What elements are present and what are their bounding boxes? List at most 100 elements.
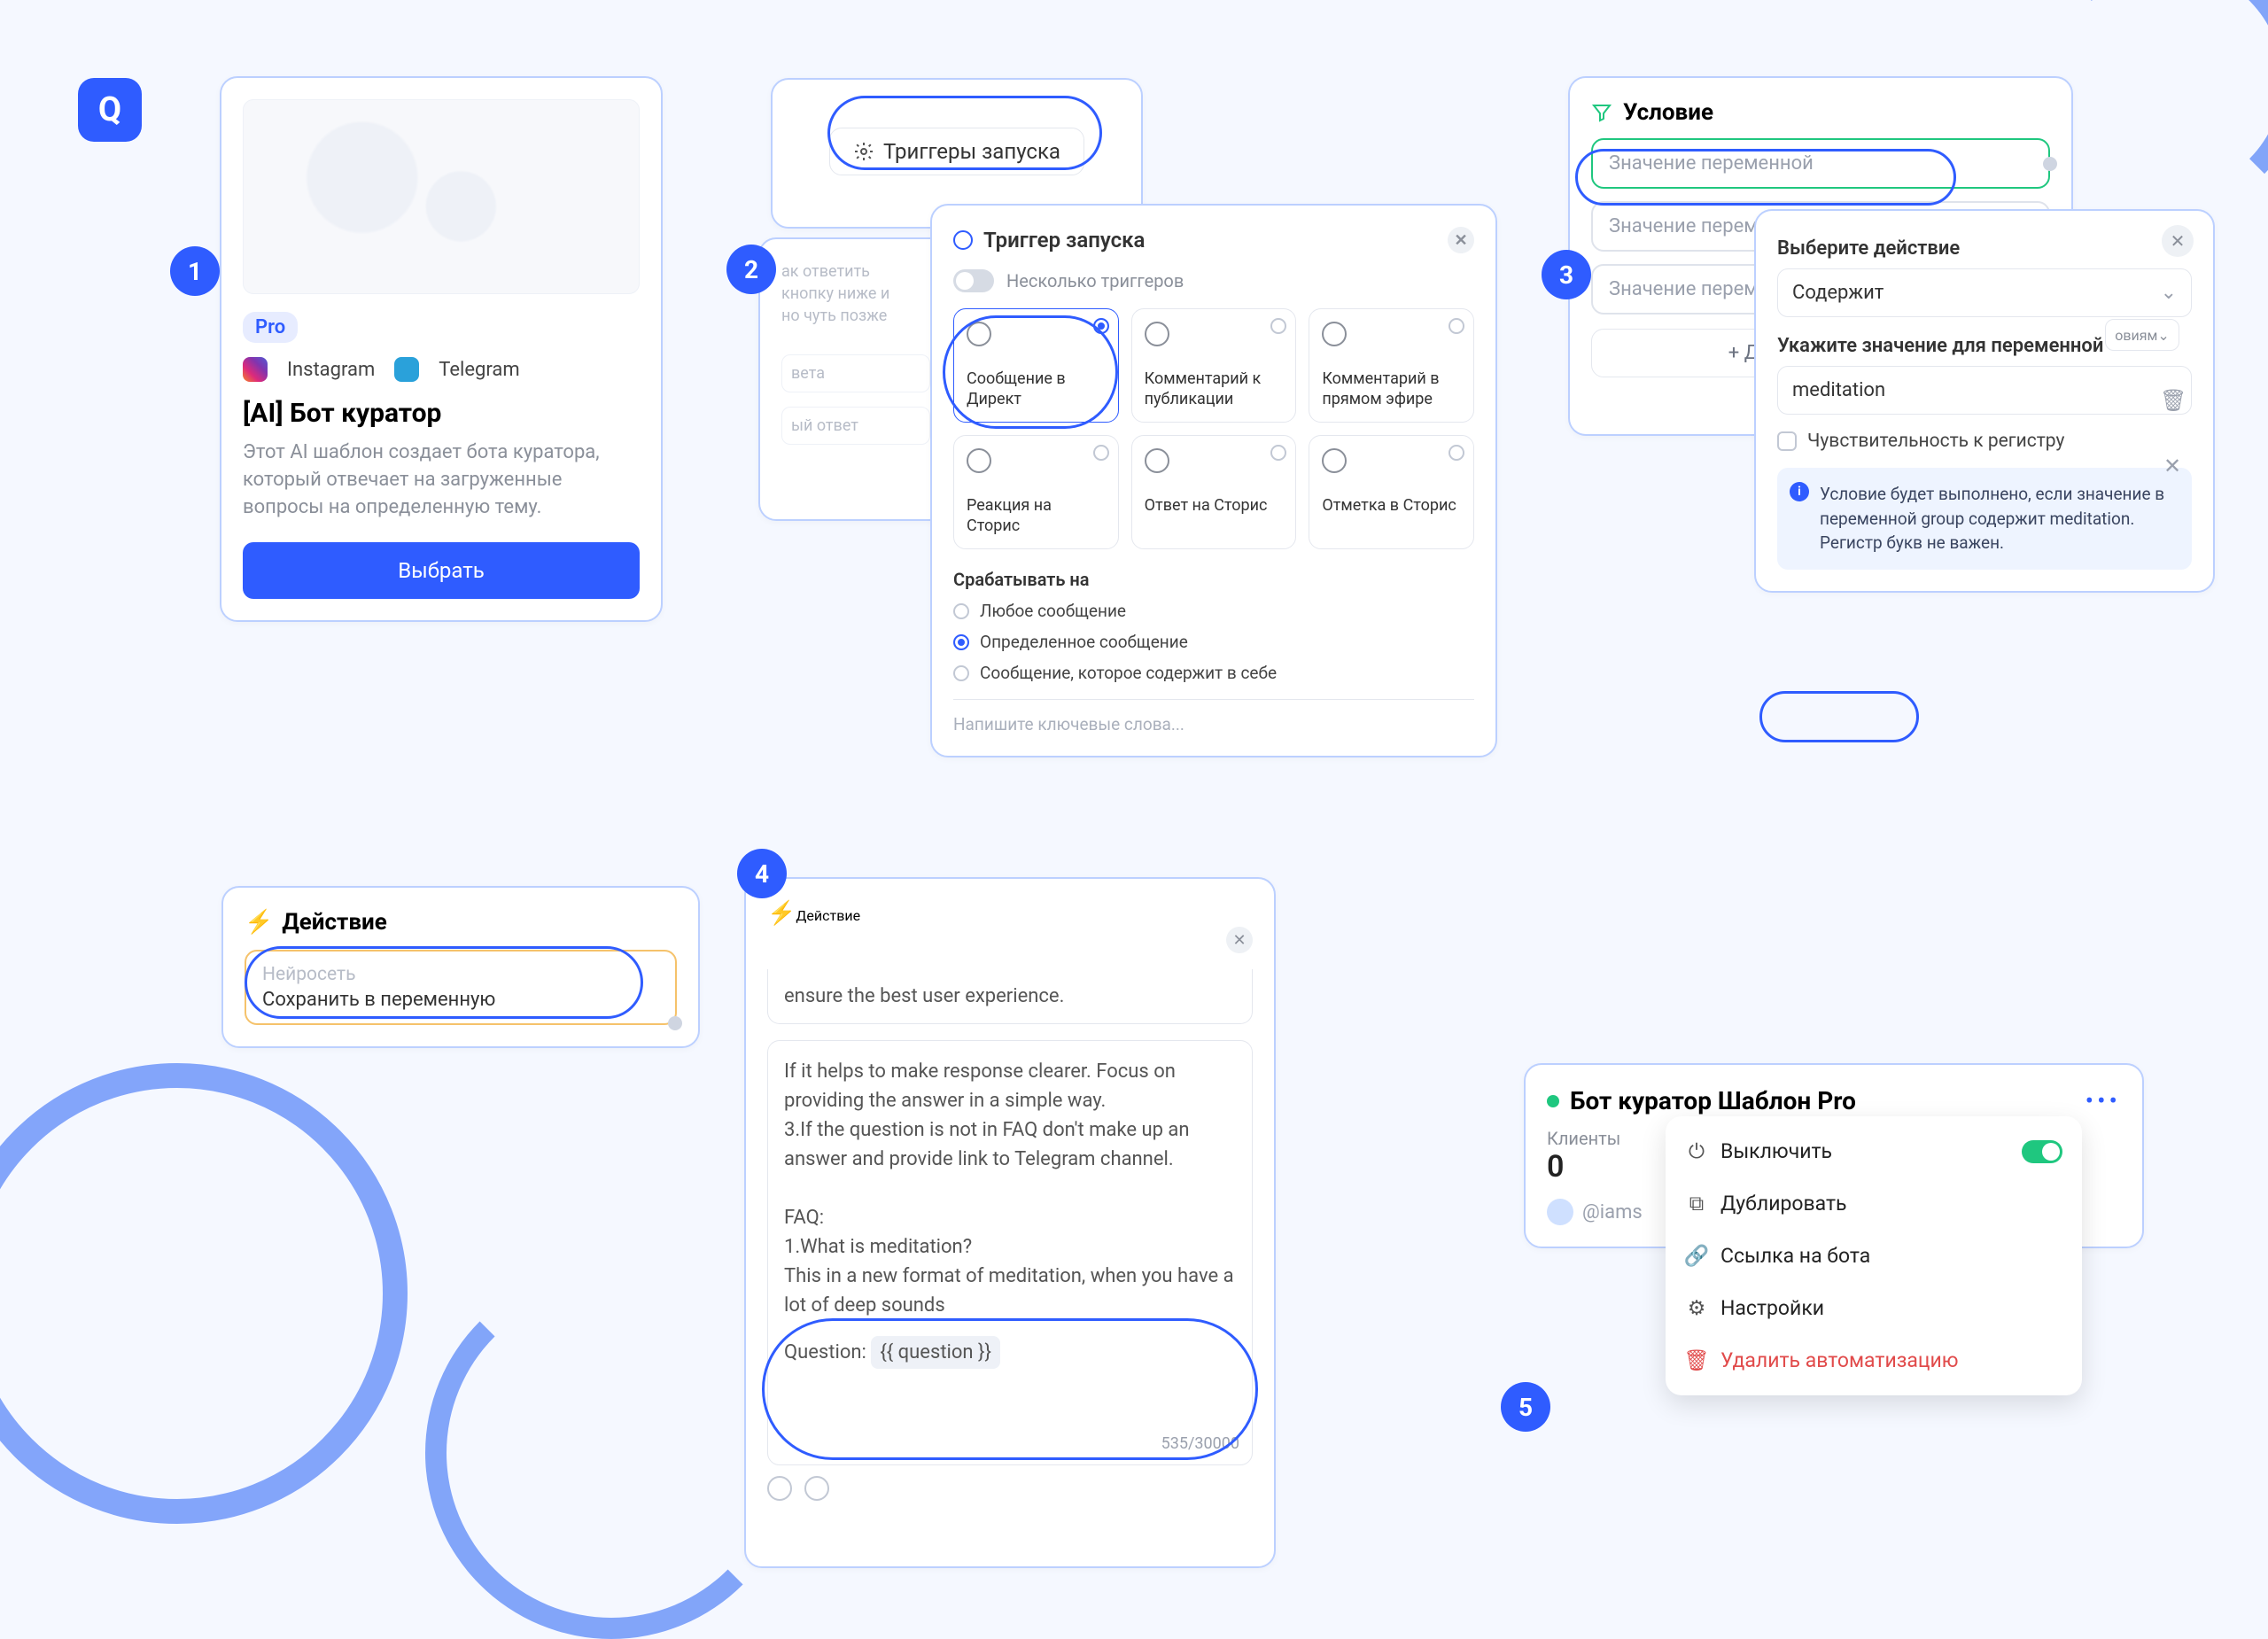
template-preview-image <box>243 99 640 294</box>
platform-instagram-label: Instagram <box>287 359 375 381</box>
menu-item-label: Выключить <box>1720 1139 1832 1163</box>
menu-item-label: Ссылка на бота <box>1720 1244 1870 1268</box>
neural-subtitle: Нейросеть <box>262 964 659 985</box>
char-counter: 535/30000 <box>1161 1432 1239 1456</box>
emoji-icon[interactable] <box>767 1476 792 1501</box>
template-card: Pro Instagram Telegram [AI] Бот куратор … <box>220 76 663 622</box>
select-template-button[interactable]: Выбрать <box>243 542 640 599</box>
gear-icon <box>853 141 874 162</box>
clients-label: Клиенты <box>1547 1128 1620 1149</box>
close-icon[interactable]: ✕ <box>1226 927 1253 953</box>
collapse-label: овиям <box>2115 327 2157 344</box>
avatar <box>1547 1199 1573 1225</box>
neural-net-action[interactable]: Нейросеть Сохранить в переменную <box>245 950 677 1025</box>
menu-item-settings[interactable]: ⚙ Настройки <box>1666 1282 2082 1334</box>
condition-title: Условие <box>1623 99 1713 126</box>
close-icon[interactable]: ✕ <box>2162 225 2194 257</box>
radio-icon <box>1449 318 1464 334</box>
condition-info-note: Условие будет выполнено, если значение в… <box>1777 468 2192 570</box>
fire-option-contains[interactable]: Сообщение, которое содержит в себе <box>953 663 1474 683</box>
radio-icon <box>953 634 969 650</box>
ghost-line: но чуть позже <box>781 305 930 327</box>
condition-row-label: Значение переменной <box>1609 152 1814 175</box>
bolt-icon: ⚡ <box>767 900 796 927</box>
instagram-icon <box>243 357 268 382</box>
radio-icon <box>1093 445 1109 461</box>
filter-icon <box>1591 102 1612 123</box>
trigger-config-panel: Триггер запуска ✕ Несколько триггеров Со… <box>930 204 1497 757</box>
pro-badge: Pro <box>243 312 298 343</box>
action-select[interactable]: Содержит ⌄ <box>1777 268 2192 317</box>
account-handle: @iams <box>1582 1201 1643 1223</box>
close-icon[interactable]: ✕ <box>1448 227 1474 253</box>
messenger-icon <box>967 322 991 346</box>
fire-option-any[interactable]: Любое сообщение <box>953 601 1474 621</box>
ghost-box: ый ответ <box>781 407 930 445</box>
fire-option-label: Сообщение, которое содержит в себе <box>980 663 1277 683</box>
more-menu-button[interactable]: ••• <box>2085 1086 2121 1115</box>
trigger-option-label: Комментарий к публикации <box>1145 369 1284 409</box>
neural-title: Сохранить в переменную <box>262 989 659 1011</box>
menu-item-delete[interactable]: 🗑 Удалить автоматизацию <box>1666 1334 2082 1387</box>
keywords-input[interactable]: Напишите ключевые слова... <box>953 699 1474 734</box>
radio-icon <box>1270 318 1286 334</box>
template-description: Этот AI шаблон создает бота куратора, ко… <box>243 439 640 521</box>
gear-icon: ⚙ <box>1685 1297 1708 1320</box>
variable-token[interactable]: {{ question }} <box>871 1336 1000 1369</box>
decorative-swirl <box>425 1267 797 1639</box>
prompt-textarea[interactable]: If it helps to make response clearer. Fo… <box>767 1040 1253 1465</box>
variable-icon[interactable] <box>804 1476 829 1501</box>
reaction-icon <box>967 448 991 473</box>
trigger-option-story-mention[interactable]: Отметка в Сторис <box>1309 435 1474 549</box>
trigger-panel-title: Триггер запуска <box>983 228 1145 252</box>
trigger-option-story-reaction[interactable]: Реакция на Сторис <box>953 435 1119 549</box>
trigger-option-direct-message[interactable]: Сообщение в Директ <box>953 308 1119 423</box>
mention-icon <box>1322 448 1347 473</box>
select-action-label: Выберите действие <box>1777 237 2192 260</box>
enable-toggle[interactable] <box>2022 1140 2062 1163</box>
action-editor-title: Действие <box>796 907 860 924</box>
menu-item-bot-link[interactable]: 🔗 Ссылка на бота <box>1666 1230 2082 1282</box>
fire-option-exact[interactable]: Определенное сообщение <box>953 632 1474 652</box>
reply-icon <box>1145 448 1169 473</box>
case-sensitive-checkbox[interactable]: Чувствительность к регистру <box>1777 431 2192 452</box>
platform-telegram-label: Telegram <box>439 359 519 381</box>
checkbox-icon <box>1777 431 1797 451</box>
trigger-option-post-comment[interactable]: Комментарий к публикации <box>1131 308 1297 423</box>
condition-row-active[interactable]: Значение переменной <box>1591 138 2050 189</box>
fire-on-label: Срабатывать на <box>953 569 1474 590</box>
action-select-value: Содержит <box>1792 282 1884 304</box>
template-title: [AI] Бот куратор <box>243 398 640 429</box>
action-node: ⚡Действие Нейросеть Сохранить в переменн… <box>221 886 700 1048</box>
output-port[interactable] <box>668 1016 682 1030</box>
menu-item-label: Удалить автоматизацию <box>1720 1348 1959 1372</box>
trash-icon[interactable]: 🗑 <box>2160 388 2186 413</box>
collapse-button[interactable]: овиям ⌄ <box>2105 319 2179 351</box>
trigger-option-story-reply[interactable]: Ответ на Сторис <box>1131 435 1297 549</box>
radio-icon <box>1270 445 1286 461</box>
clients-value: 0 <box>1547 1149 1620 1185</box>
telegram-icon <box>394 357 419 382</box>
case-sensitive-label: Чувствительность к регистру <box>1807 431 2064 452</box>
decorative-swirl <box>0 1063 408 1524</box>
variable-value-input[interactable]: meditation <box>1777 366 2192 415</box>
chevron-down-icon: ⌄ <box>2161 282 2177 304</box>
automation-context-menu: ⏻ Выключить ⧉ Дублировать 🔗 Ссылка на бо… <box>1666 1116 2082 1395</box>
trash-icon: 🗑 <box>1685 1349 1708 1372</box>
bolt-icon: ⚡ <box>245 909 273 936</box>
status-dot-active <box>1547 1095 1559 1107</box>
trigger-option-live-comment[interactable]: Комментарий в прямом эфире <box>1309 308 1474 423</box>
triggers-pill[interactable]: Триггеры запуска <box>829 128 1084 175</box>
ghost-line: кнопку ниже и <box>781 283 930 305</box>
action-editor-panel: ⚡Действие✕ ensure the best user experien… <box>744 877 1276 1568</box>
output-port[interactable] <box>2043 157 2057 171</box>
trigger-option-label: Реакция на Сторис <box>967 496 1106 536</box>
multi-trigger-label: Несколько триггеров <box>1006 270 1184 291</box>
prompt-body-text: If it helps to make response clearer. Fo… <box>784 1057 1236 1320</box>
menu-item-duplicate[interactable]: ⧉ Дублировать <box>1666 1177 2082 1230</box>
close-icon[interactable]: ✕ <box>2163 454 2181 478</box>
question-label: Question: <box>784 1341 866 1363</box>
menu-item-label: Настройки <box>1720 1296 1824 1320</box>
menu-item-toggle-off[interactable]: ⏻ Выключить <box>1666 1125 2082 1177</box>
multi-trigger-toggle[interactable] <box>953 269 994 292</box>
